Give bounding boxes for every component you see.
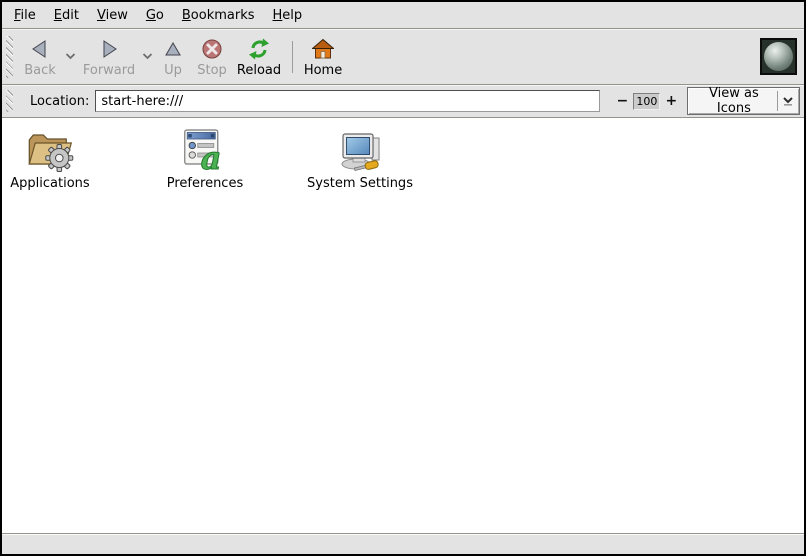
stop-button-label: Stop (197, 63, 227, 78)
menu-edit[interactable]: Edit (45, 4, 88, 27)
chevron-down-icon (65, 53, 76, 60)
menu-help[interactable]: Help (264, 4, 312, 27)
up-button-label: Up (164, 63, 182, 78)
home-button[interactable]: Home (300, 32, 346, 82)
forward-button[interactable]: Forward (78, 32, 140, 82)
zoom-level-indicator: 100 (633, 93, 660, 110)
chevron-down-icon (142, 53, 153, 60)
back-arrow-icon (28, 37, 52, 61)
back-button[interactable]: Back (17, 32, 63, 82)
icon-system-settings[interactable]: System Settings (307, 127, 413, 191)
throbber-sphere-icon (764, 42, 793, 71)
toolbar-separator (292, 41, 293, 73)
status-bar (2, 533, 804, 554)
stop-icon (200, 37, 224, 61)
forward-button-label: Forward (83, 63, 135, 78)
back-history-dropdown[interactable] (63, 37, 78, 77)
preferences-dialog-icon: a (182, 127, 228, 173)
toolbar-grip-handle[interactable] (6, 36, 13, 78)
home-icon (311, 37, 335, 61)
up-button[interactable]: Up (155, 32, 191, 82)
nautilus-window: File Edit View Go Bookmarks Help Back Fo… (0, 0, 806, 556)
icon-view-pane: Applications (2, 118, 804, 533)
stop-button[interactable]: Stop (191, 32, 233, 82)
view-mode-dropdown[interactable]: View as Icons (687, 87, 800, 115)
zoom-out-button[interactable]: − (615, 94, 629, 108)
zoom-in-button[interactable]: + (664, 94, 678, 108)
icon-preferences[interactable]: a Preferences (167, 127, 243, 191)
home-button-label: Home (304, 63, 342, 78)
location-bar: Location: − 100 + View as Icons (2, 85, 804, 118)
forward-history-dropdown[interactable] (140, 37, 155, 77)
menu-file[interactable]: File (5, 4, 45, 27)
throbber (760, 38, 797, 75)
icon-label: Preferences (167, 176, 243, 191)
location-bar-grip-handle[interactable] (6, 90, 13, 112)
menu-bookmarks[interactable]: Bookmarks (173, 4, 264, 27)
view-mode-label: View as Icons (688, 86, 777, 116)
menu-bar: File Edit View Go Bookmarks Help (2, 2, 804, 29)
toolbar: Back Forward Up (2, 29, 804, 85)
reload-button-label: Reload (237, 63, 281, 78)
forward-arrow-icon (97, 37, 121, 61)
dropdown-arrow-icon (777, 91, 797, 111)
menu-view[interactable]: View (88, 4, 137, 27)
system-settings-computer-icon (333, 127, 387, 173)
svg-text:a: a (201, 139, 222, 173)
icon-label: System Settings (307, 176, 413, 191)
location-label: Location: (30, 94, 89, 109)
reload-button[interactable]: Reload (233, 32, 285, 82)
location-input[interactable] (95, 90, 600, 112)
icon-applications[interactable]: Applications (10, 127, 89, 191)
zoom-controls: − 100 + (615, 93, 678, 110)
reload-icon (247, 37, 271, 61)
applications-folder-gear-icon (24, 127, 76, 173)
menu-go[interactable]: Go (137, 4, 173, 27)
up-arrow-icon (161, 37, 185, 61)
icon-label: Applications (10, 176, 89, 191)
back-button-label: Back (24, 63, 56, 78)
